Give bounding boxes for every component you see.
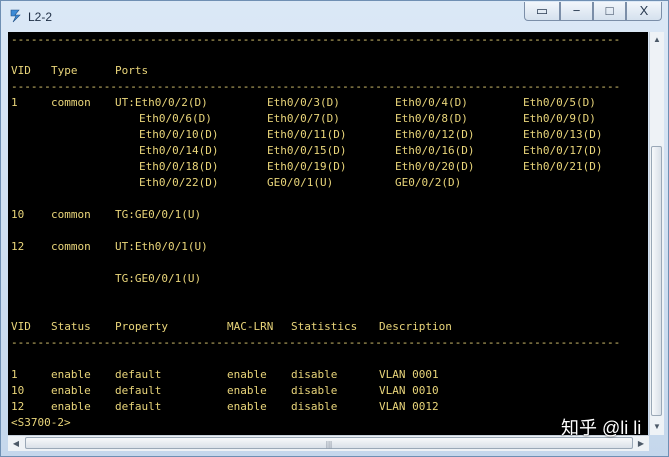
vlan1-port-row: Eth0/0/10(D) Eth0/0/11(D) Eth0/0/12(D) E… <box>11 127 602 143</box>
terminal-window: L2-2 ▭ − □ X ---------------------------… <box>0 0 669 457</box>
port-entry: Eth0/0/14(D) <box>139 144 219 157</box>
horizontal-scrollbar[interactable]: ◀ ||| ▶ <box>8 435 649 451</box>
separator-line: ----------------------------------------… <box>11 33 621 46</box>
scroll-left-icon[interactable]: ◀ <box>8 436 24 451</box>
port-entry: Eth0/0/20(D) <box>395 160 475 173</box>
vlan1-port-row: Eth0/0/18(D) Eth0/0/19(D) Eth0/0/20(D) E… <box>11 159 602 175</box>
vlan-property: default <box>115 368 162 381</box>
port-entry: TG:GE0/0/1(U) <box>115 272 202 285</box>
port-entry: Eth0/0/16(D) <box>395 144 475 157</box>
vlan-statistics: disable <box>291 400 338 413</box>
scroll-grip-icon: ||| <box>325 440 333 449</box>
vertical-scroll-thumb[interactable] <box>651 146 662 416</box>
maximize-button[interactable]: □ <box>593 2 626 21</box>
scroll-up-icon[interactable]: ▲ <box>650 32 664 48</box>
port-entry: Eth0/0/5(D) <box>523 96 596 109</box>
vlan-property: default <box>115 384 162 397</box>
vertical-scrollbar[interactable]: ▲ ▼ <box>649 32 664 435</box>
port-entry: Eth0/0/22(D) <box>139 176 219 189</box>
port-entry: Eth0/0/4(D) <box>395 96 468 109</box>
port-entry: Eth0/0/17(D) <box>523 144 603 157</box>
vlan-description: VLAN 0012 <box>379 400 439 413</box>
separator-line: ----------------------------------------… <box>11 336 621 349</box>
terminal-output[interactable]: ----------------------------------------… <box>8 32 648 435</box>
vlan1-port-row: Eth0/0/14(D) Eth0/0/15(D) Eth0/0/16(D) E… <box>11 143 602 159</box>
port-entry: GE0/0/2(D) <box>395 176 462 189</box>
vlan-table-header: VID Type Ports <box>11 63 148 79</box>
vlan-mac-lrn: enable <box>227 368 267 381</box>
port-entry: Eth0/0/8(D) <box>395 112 468 125</box>
title-bar[interactable]: L2-2 ▭ − □ X <box>1 1 668 31</box>
separator-line: ----------------------------------------… <box>11 80 621 93</box>
status-row: 12 enable default enable disable VLAN 00… <box>11 399 439 415</box>
port-entry: UT:Eth0/0/1(U) <box>115 240 208 253</box>
status-table-header: VID Status Property MAC-LRN Statistics D… <box>11 319 452 335</box>
vlan-status: enable <box>51 384 91 397</box>
vlan-id: 12 <box>11 400 25 413</box>
vlan-id: 10 <box>11 384 25 397</box>
vlan-type: common <box>51 208 91 221</box>
vlan-type: common <box>51 96 91 109</box>
app-icon <box>10 9 21 23</box>
header-status: Status <box>51 320 91 333</box>
status-row: 10 enable default enable disable VLAN 00… <box>11 383 439 399</box>
header-mac-lrn: MAC-LRN <box>227 320 274 333</box>
horizontal-scroll-thumb[interactable]: ||| <box>25 437 633 449</box>
port-entry: Eth0/0/9(D) <box>523 112 596 125</box>
port-entry: Eth0/0/6(D) <box>139 112 212 125</box>
port-entry: Eth0/0/7(D) <box>267 112 340 125</box>
port-entry: Eth0/0/11(D) <box>267 128 347 141</box>
status-row: 1 enable default enable disable VLAN 000… <box>11 367 439 383</box>
header-description: Description <box>379 320 452 333</box>
header-statistics: Statistics <box>291 320 358 333</box>
port-entry: Eth0/0/19(D) <box>267 160 347 173</box>
vlan-status: enable <box>51 368 91 381</box>
watermark-text: 知乎 @li li <box>561 418 642 438</box>
port-entry: Eth0/0/21(D) <box>523 160 603 173</box>
vlan-id: 10 <box>11 208 25 221</box>
vlan-statistics: disable <box>291 368 338 381</box>
port-entry: Eth0/0/3(D) <box>267 96 340 109</box>
vlan-id: 1 <box>11 96 18 109</box>
port-entry: Eth0/0/10(D) <box>139 128 219 141</box>
vlan-id: 1 <box>11 368 18 381</box>
vlan-description: VLAN 0010 <box>379 384 439 397</box>
close-button[interactable]: X <box>626 2 662 21</box>
vlan-status: enable <box>51 400 91 413</box>
vlan1-port-row: Eth0/0/6(D) Eth0/0/7(D) Eth0/0/8(D) Eth0… <box>11 111 596 127</box>
vlan10-row: 10 common TG:GE0/0/1(U) <box>11 207 201 223</box>
vlan-mac-lrn: enable <box>227 400 267 413</box>
header-ports: Ports <box>115 64 149 77</box>
header-property: Property <box>115 320 168 333</box>
vlan-description: VLAN 0001 <box>379 368 439 381</box>
header-vid: VID <box>11 320 31 333</box>
port-entry: Eth0/0/12(D) <box>395 128 475 141</box>
vlan1-port-row: Eth0/0/22(D) GE0/0/1(U) GE0/0/2(D) <box>11 175 461 191</box>
vlan-id: 12 <box>11 240 25 253</box>
vlan-mac-lrn: enable <box>227 384 267 397</box>
port-entry: Eth0/0/13(D) <box>523 128 603 141</box>
port-entry: Eth0/0/18(D) <box>139 160 219 173</box>
vlan-property: default <box>115 400 162 413</box>
scroll-down-icon[interactable]: ▼ <box>650 419 664 435</box>
minimize-button[interactable]: − <box>560 2 593 21</box>
port-entry: Eth0/0/15(D) <box>267 144 347 157</box>
window-layout-button[interactable]: ▭ <box>524 2 560 21</box>
port-entry: TG:GE0/0/1(U) <box>115 208 202 221</box>
window-title: L2-2 <box>28 10 53 24</box>
header-vid: VID <box>11 64 31 77</box>
port-entry: GE0/0/1(U) <box>267 176 334 189</box>
vlan-statistics: disable <box>291 384 338 397</box>
vlan12-tagged-row: TG:GE0/0/1(U) <box>11 271 201 287</box>
vlan12-row: 12 common UT:Eth0/0/1(U) <box>11 239 208 255</box>
header-type: Type <box>51 64 78 77</box>
port-entry: UT:Eth0/0/2(D) <box>115 96 208 109</box>
vlan-type: common <box>51 240 91 253</box>
command-prompt[interactable]: <S3700-2> <box>11 415 71 431</box>
vlan1-port-row: 1 common UT:Eth0/0/2(D) Eth0/0/3(D) Eth0… <box>11 95 596 111</box>
